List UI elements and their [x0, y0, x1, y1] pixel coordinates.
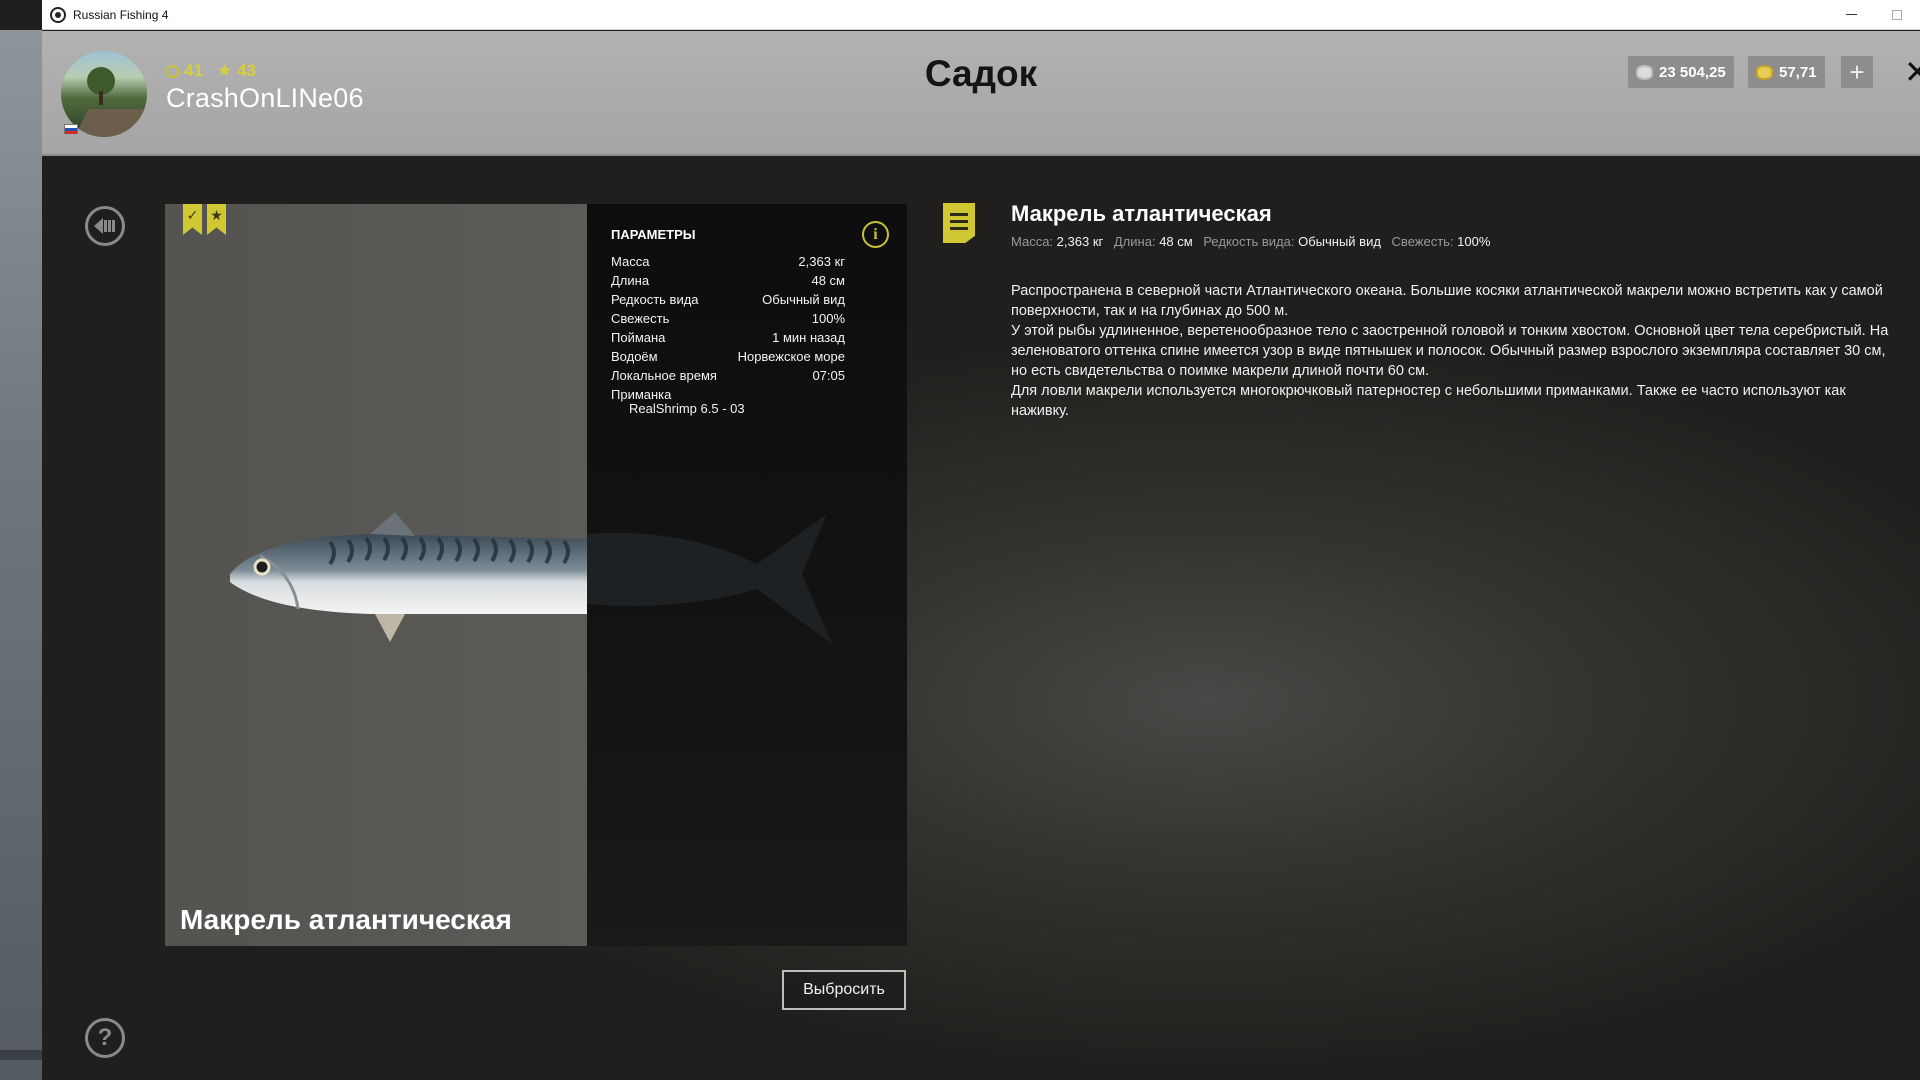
- meta-value: 48 см: [1159, 234, 1193, 249]
- description-icon: [943, 203, 975, 243]
- param-label: Локальное время: [611, 368, 717, 383]
- back-button[interactable]: [85, 206, 125, 246]
- param-row: Свежесть 100%: [611, 311, 845, 326]
- silver-balance[interactable]: 23 504,25: [1628, 56, 1734, 88]
- description-paragraph: Для ловли макрели используется многокрюч…: [1011, 383, 1846, 419]
- desktop-background: [0, 30, 42, 1080]
- star-bookmark-icon[interactable]: ★: [207, 204, 226, 235]
- description-paragraph: Распространена в северной части Атлантич…: [1011, 283, 1883, 319]
- fish-tail-shadow: [587, 514, 832, 644]
- top-header: 41 ★ 43 CrashOnLINe06 Садок 23 504,25 57…: [42, 31, 1920, 156]
- maximize-button[interactable]: [1874, 0, 1920, 30]
- meta-value: 100%: [1457, 234, 1491, 249]
- param-label: Масса: [611, 254, 650, 269]
- add-gold-button[interactable]: +: [1841, 56, 1873, 88]
- param-value: 2,363 кг: [798, 254, 845, 269]
- minimize-icon: [1845, 14, 1857, 15]
- avatar-road: [74, 109, 147, 137]
- help-button[interactable]: ?: [85, 1018, 125, 1058]
- param-value: 1 мин назад: [772, 330, 845, 345]
- window-title: Russian Fishing 4: [73, 7, 169, 22]
- release-button[interactable]: Выбросить: [782, 970, 906, 1010]
- param-row: Водоём Норвежское море: [611, 349, 845, 364]
- meta-label: Свежесть:: [1391, 234, 1454, 249]
- param-label: Свежесть: [611, 311, 670, 326]
- param-row: Редкость вида Обычный вид: [611, 292, 845, 307]
- param-row: Поймана 1 мин назад: [611, 330, 845, 345]
- silver-amount: 23 504,25: [1659, 63, 1726, 81]
- minimize-button[interactable]: [1828, 0, 1874, 30]
- description-meta: Масса: 2,363 кг Длина: 48 см Редкость ви…: [1011, 234, 1497, 249]
- meta-label: Редкость вида:: [1203, 234, 1295, 249]
- param-row: Локальное время 07:05: [611, 368, 845, 383]
- param-value: 07:05: [812, 368, 845, 383]
- game-window: 41 ★ 43 CrashOnLINe06 Садок 23 504,25 57…: [42, 31, 1920, 1080]
- fish-card: ✓ ★ Макрель атлантическая: [165, 204, 588, 946]
- meta-label: Масса:: [1011, 234, 1054, 249]
- params-panel: Параметры i Масса 2,363 кг Длина 48 см Ред…: [587, 204, 907, 946]
- param-row: Масса 2,363 кг: [611, 254, 845, 269]
- window-titlebar: Russian Fishing 4: [42, 0, 1920, 30]
- gold-coin-icon: [1756, 64, 1773, 80]
- description-text: Распространена в северной части Атлантич…: [1011, 281, 1901, 421]
- param-row: Длина 48 см: [611, 273, 845, 288]
- param-value: 48 см: [811, 273, 845, 288]
- gold-amount: 57,71: [1779, 63, 1817, 81]
- fish-name: Макрель атлантическая: [180, 904, 512, 935]
- desktop-taskbar-edge: [0, 1050, 42, 1060]
- info-icon[interactable]: i: [862, 221, 889, 248]
- param-label: Водоём: [611, 349, 658, 364]
- param-value: Норвежское море: [737, 349, 845, 364]
- russia-flag-icon: [64, 124, 78, 134]
- maximize-icon: [1892, 9, 1902, 20]
- param-label: Редкость вида: [611, 292, 699, 307]
- meta-value: 2,363 кг: [1056, 234, 1104, 249]
- check-bookmark-icon[interactable]: ✓: [183, 204, 202, 235]
- lure-value: RealShrimp 6.5 - 03: [629, 401, 745, 416]
- app-icon: [50, 6, 66, 23]
- bookmarks: ✓ ★: [183, 204, 226, 235]
- param-label: Поймана: [611, 330, 666, 345]
- param-value: Обычный вид: [762, 292, 845, 307]
- back-icon: [94, 218, 115, 234]
- description-title: Макрель атлантическая: [1011, 201, 1272, 226]
- meta-value: Обычный вид: [1298, 234, 1381, 249]
- meta-label: Длина:: [1113, 234, 1156, 249]
- gold-balance[interactable]: 57,71: [1748, 56, 1825, 88]
- param-label: Длина: [611, 273, 650, 288]
- fish-image: [230, 512, 588, 642]
- lure-label: Приманка: [611, 387, 672, 402]
- params-heading: Параметры: [611, 227, 696, 242]
- param-value: 100%: [811, 311, 845, 326]
- close-icon[interactable]: ✕: [1904, 53, 1920, 91]
- help-icon: ?: [97, 1024, 113, 1051]
- silver-coin-icon: [1636, 64, 1653, 80]
- description-paragraph: У этой рыбы удлиненное, веретенообразное…: [1011, 323, 1889, 379]
